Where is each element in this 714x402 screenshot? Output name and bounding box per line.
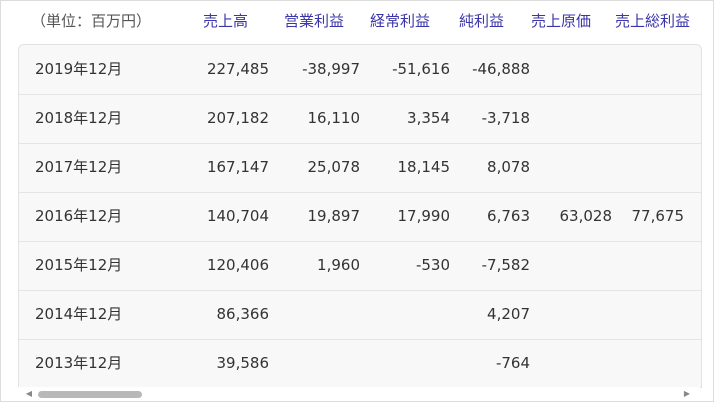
sales-cell: 207,182 xyxy=(206,109,269,127)
period-cell: 2015年12月 xyxy=(35,256,123,274)
sales-cell: 120,406 xyxy=(206,256,269,274)
net-income-cell: -46,888 xyxy=(472,60,530,78)
cost-of-sales-cell: 63,028 xyxy=(559,207,613,225)
data-table-body: 2019年12月 227,485 -38,997 -51,616 -46,888… xyxy=(18,44,702,388)
table-row: 2014年12月 86,366 4,207 xyxy=(19,290,701,340)
operating-income-cell: 16,110 xyxy=(307,109,361,127)
ordinary-income-cell: 3,354 xyxy=(407,109,450,127)
sales-cell: 39,586 xyxy=(216,354,270,372)
net-income-cell: -764 xyxy=(495,354,530,372)
scroll-right-arrow-icon[interactable]: ▶ xyxy=(682,389,692,399)
unit-label: （単位：百万円） xyxy=(31,12,152,30)
scrollbar-thumb[interactable] xyxy=(38,391,142,398)
table-row: 2019年12月 227,485 -38,997 -51,616 -46,888 xyxy=(19,45,701,95)
column-header-net-income: 純利益 xyxy=(459,12,505,30)
column-header-gross-profit: 売上総利益 xyxy=(615,12,691,30)
net-income-cell: -3,718 xyxy=(481,109,530,127)
operating-income-cell: -38,997 xyxy=(302,60,360,78)
sales-cell: 140,704 xyxy=(206,207,269,225)
gross-profit-cell: 77,675 xyxy=(631,207,685,225)
column-header-sales: 売上高 xyxy=(203,12,249,30)
sales-cell: 167,147 xyxy=(206,158,269,176)
column-header-ordinary-income: 経常利益 xyxy=(370,12,431,30)
period-cell: 2013年12月 xyxy=(35,354,123,372)
table-row: 2018年12月 207,182 16,110 3,354 -3,718 xyxy=(19,94,701,144)
period-cell: 2016年12月 xyxy=(35,207,123,225)
financial-table-widget: （単位：百万円） 売上高 営業利益 経常利益 純利益 売上原価 売上総利益 20… xyxy=(0,0,714,402)
scroll-left-arrow-icon[interactable]: ◀ xyxy=(24,389,34,399)
net-income-cell: 4,207 xyxy=(487,305,530,323)
net-income-cell: -7,582 xyxy=(481,256,530,274)
ordinary-income-cell: 18,145 xyxy=(397,158,451,176)
period-cell: 2014年12月 xyxy=(35,305,123,323)
net-income-cell: 8,078 xyxy=(487,158,530,176)
table-row: 2016年12月 140,704 19,897 17,990 6,763 63,… xyxy=(19,192,701,242)
period-cell: 2019年12月 xyxy=(35,60,123,78)
ordinary-income-cell: -530 xyxy=(415,256,450,274)
operating-income-cell: 25,078 xyxy=(307,158,361,176)
sales-cell: 227,485 xyxy=(206,60,269,78)
column-header-cost-of-sales: 売上原価 xyxy=(531,12,592,30)
ordinary-income-cell: 17,990 xyxy=(397,207,451,225)
sales-cell: 86,366 xyxy=(216,305,270,323)
horizontal-scrollbar[interactable]: ◀ ▶ xyxy=(18,387,700,401)
operating-income-cell: 19,897 xyxy=(307,207,361,225)
table-row: 2015年12月 120,406 1,960 -530 -7,582 xyxy=(19,241,701,291)
table-row: 2017年12月 167,147 25,078 18,145 8,078 xyxy=(19,143,701,193)
period-cell: 2017年12月 xyxy=(35,158,123,176)
ordinary-income-cell: -51,616 xyxy=(392,60,450,78)
net-income-cell: 6,763 xyxy=(487,207,530,225)
table-row: 2013年12月 39,586 -764 xyxy=(19,339,701,387)
column-header-operating-income: 営業利益 xyxy=(284,12,345,30)
period-cell: 2018年12月 xyxy=(35,109,123,127)
table-header: （単位：百万円） 売上高 営業利益 経常利益 純利益 売上原価 売上総利益 xyxy=(1,1,713,43)
operating-income-cell: 1,960 xyxy=(317,256,360,274)
